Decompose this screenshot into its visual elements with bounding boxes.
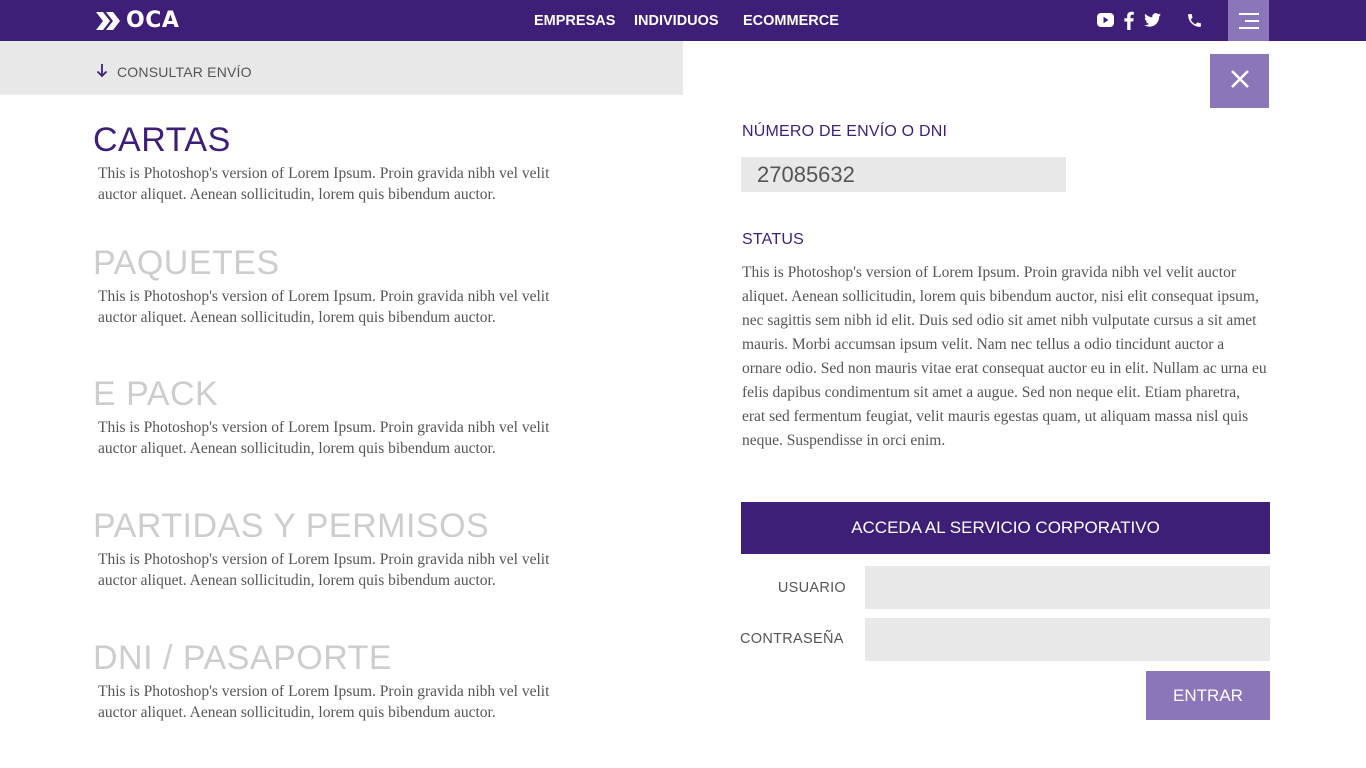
- oca-logo[interactable]: OCA: [96, 9, 179, 33]
- password-input[interactable]: [865, 618, 1270, 661]
- status-text: This is Photoshop's version of Lorem Ips…: [742, 264, 1267, 449]
- arrow-down-icon: [96, 63, 108, 81]
- password-label: CONTRASEÑA: [740, 631, 844, 647]
- youtube-icon[interactable]: [1097, 13, 1114, 27]
- nav-item-individuos[interactable]: INDIVIDUOS: [634, 13, 719, 29]
- consult-shipment-link[interactable]: CONSULTAR ENVÍO: [96, 63, 252, 81]
- service-title: CARTAS: [93, 121, 231, 159]
- facebook-icon[interactable]: [1124, 11, 1134, 30]
- hamburger-menu-icon[interactable]: [1228, 0, 1269, 41]
- service-description: This is Photoshop's version of Lorem Ips…: [98, 419, 550, 457]
- service-partidas-y-permisos[interactable]: PARTIDAS Y PERMISOS This is Photoshop's …: [93, 506, 578, 591]
- nav-item-ecommerce[interactable]: ECOMMERCE: [743, 13, 839, 29]
- service-title: DNI / PASAPORTE: [93, 639, 393, 677]
- service-title: PARTIDAS Y PERMISOS: [93, 507, 490, 545]
- username-input[interactable]: [865, 566, 1270, 609]
- logo-text: OCA: [126, 8, 180, 33]
- tracking-number-label: NÚMERO DE ENVÍO O DNI: [742, 123, 948, 140]
- corporate-service-header: ACCEDA AL SERVICIO CORPORATIVO: [741, 502, 1270, 554]
- nav-item-empresas[interactable]: EMPRESAS: [534, 13, 615, 29]
- close-icon: [1230, 69, 1249, 93]
- top-navigation-bar: OCA EMPRESAS INDIVIDUOS ECOMMERCE: [0, 0, 1366, 41]
- twitter-icon[interactable]: [1144, 13, 1161, 27]
- status-label: STATUS: [742, 231, 804, 248]
- username-label: USUARIO: [777, 580, 846, 596]
- service-paquetes[interactable]: PAQUETES This is Photoshop's version of …: [93, 243, 578, 328]
- service-description: This is Photoshop's version of Lorem Ips…: [98, 165, 550, 203]
- enter-button[interactable]: ENTRAR: [1146, 671, 1270, 720]
- service-title: PAQUETES: [93, 244, 280, 282]
- service-cartas[interactable]: CARTAS This is Photoshop's version of Lo…: [93, 120, 578, 205]
- tracking-number-input[interactable]: [741, 157, 1066, 192]
- service-description: This is Photoshop's version of Lorem Ips…: [98, 288, 550, 326]
- service-description: This is Photoshop's version of Lorem Ips…: [98, 683, 550, 721]
- service-e-pack[interactable]: E PACK This is Photoshop's version of Lo…: [93, 374, 578, 459]
- consult-shipment-label: CONSULTAR ENVÍO: [117, 64, 252, 80]
- service-title: E PACK: [93, 375, 219, 413]
- phone-icon[interactable]: [1186, 12, 1203, 29]
- close-button[interactable]: [1210, 54, 1269, 108]
- service-dni-pasaporte[interactable]: DNI / PASAPORTE This is Photoshop's vers…: [93, 638, 578, 723]
- logo-chevrons-icon: [96, 12, 122, 30]
- service-description: This is Photoshop's version of Lorem Ips…: [98, 551, 550, 589]
